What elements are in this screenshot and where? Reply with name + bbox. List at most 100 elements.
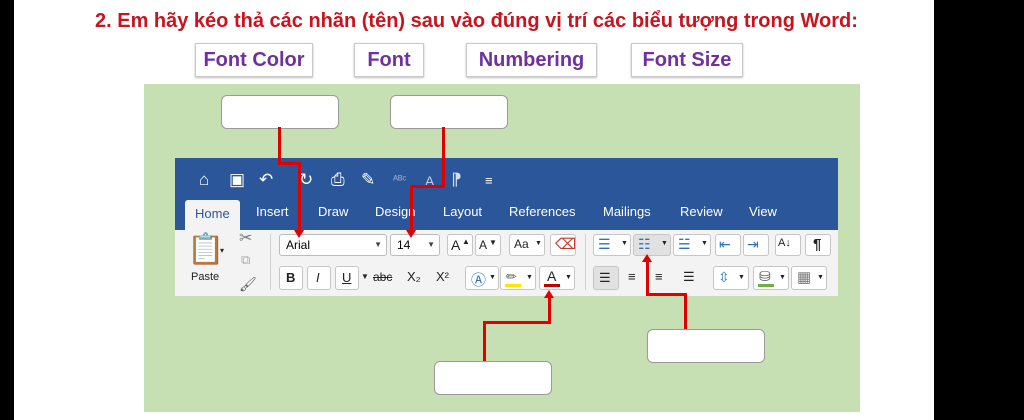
slide: 2. Em hãy kéo thả các nhãn (tên) sau vào…	[0, 0, 1024, 420]
decrease-indent-icon: ⇤	[719, 236, 731, 252]
grow-font-icon: A	[451, 237, 461, 253]
paste-dropdown-icon[interactable]: ▾	[220, 246, 224, 255]
word-ribbon: ⌂ ▣ ↶ ↻ ⎙ ✎ ᴬᴮᶜ A ⁋ ≡ Home Insert Draw D…	[175, 158, 838, 296]
text-effects-button[interactable]: Ⓐ ▼	[465, 266, 499, 290]
multilevel-list-icon: ☱	[678, 236, 691, 252]
chevron-down-icon: ▼	[489, 274, 496, 281]
tab-view[interactable]: View	[749, 204, 777, 219]
label-font-size[interactable]: Font Size	[631, 43, 743, 77]
borders-button[interactable]: ▦ ▼	[791, 266, 827, 290]
chevron-down-icon: ▼	[565, 274, 572, 281]
connector-line	[646, 262, 649, 296]
italic-icon: I	[316, 270, 320, 285]
shading-button[interactable]: ⛁ ▼	[753, 266, 789, 290]
tab-references[interactable]: References	[509, 204, 575, 219]
multilevel-list-button[interactable]: ☱ ▼	[673, 234, 711, 256]
label-numbering[interactable]: Numbering	[466, 43, 597, 77]
highlight-button[interactable]: ✏ ▼	[500, 266, 536, 290]
redo-icon[interactable]: ↻	[299, 170, 313, 190]
chevron-down-icon: ▼	[535, 240, 542, 247]
align-center-icon[interactable]: ≡	[628, 269, 636, 284]
bold-button[interactable]: B	[279, 266, 303, 290]
chevron-down-icon: ▼	[621, 240, 628, 247]
clear-formatting-button[interactable]: ⌫	[550, 234, 576, 256]
drop-target-numbering[interactable]	[647, 329, 765, 363]
paragraph-qat-icon[interactable]: ⁋	[451, 170, 462, 190]
bullets-button[interactable]: ☰ ▼	[593, 234, 631, 256]
numbering-icon: ☷	[638, 236, 651, 252]
frame-edge	[0, 0, 14, 420]
paste-icon[interactable]: 📋	[187, 232, 224, 267]
strikethrough-icon[interactable]: abc	[373, 270, 392, 284]
align-left-button[interactable]: ☰	[593, 266, 619, 290]
increase-indent-button[interactable]: ⇥	[743, 234, 769, 256]
tab-draw[interactable]: Draw	[318, 204, 348, 219]
tab-layout[interactable]: Layout	[443, 204, 482, 219]
format-painter-icon[interactable]: 🖌	[239, 276, 257, 293]
drop-target-font-size[interactable]	[390, 95, 508, 129]
underline-button[interactable]: U	[335, 266, 359, 290]
arrow-head	[294, 230, 304, 238]
connector-line	[646, 293, 687, 296]
arrow-head	[544, 290, 554, 298]
chevron-down-icon: ▼	[779, 274, 786, 281]
align-right-icon[interactable]: ≡	[655, 269, 663, 284]
label-font-color[interactable]: Font Color	[195, 43, 313, 77]
edit-icon[interactable]: ✎	[361, 170, 375, 190]
label-font[interactable]: Font	[354, 43, 424, 77]
paste-label: Paste	[191, 271, 220, 283]
print-icon[interactable]: ⎙	[331, 170, 345, 190]
sort-button[interactable]: A↓	[775, 234, 801, 256]
drop-target-font-name[interactable]	[221, 95, 339, 129]
borders-icon: ▦	[797, 269, 812, 286]
connector-line	[442, 127, 445, 187]
shrink-font-button[interactable]: A ▼	[475, 234, 501, 256]
arrow-head	[642, 254, 652, 262]
line-spacing-button[interactable]: ⇳ ▼	[713, 266, 749, 290]
connector-line	[548, 298, 551, 324]
decrease-indent-button[interactable]: ⇤	[715, 234, 741, 256]
font-color-button[interactable]: A ▼	[539, 266, 575, 290]
justify-icon[interactable]: ☰	[683, 269, 695, 285]
chevron-down-icon: ▼	[661, 240, 668, 247]
connector-line	[684, 295, 687, 329]
save-icon[interactable]: ▣	[229, 170, 245, 190]
customize-icon[interactable]: ≡	[485, 173, 493, 188]
tab-mailings[interactable]: Mailings	[603, 204, 651, 219]
sort-icon: A↓	[778, 237, 791, 249]
copy-icon[interactable]: ⧉	[241, 252, 250, 268]
font-size-value: 14	[397, 238, 411, 252]
font-name-value: Arial	[286, 238, 311, 252]
change-case-icon: Aa	[514, 237, 529, 251]
cut-icon[interactable]: ✂	[239, 228, 252, 248]
tab-insert[interactable]: Insert	[256, 204, 289, 219]
grow-font-button[interactable]: A ▲	[447, 234, 473, 256]
bold-icon: B	[286, 270, 296, 285]
spelling-icon[interactable]: ᴬᴮᶜ	[393, 174, 406, 186]
underline-icon: U	[342, 270, 352, 285]
font-color-icon: A	[547, 268, 557, 284]
font-color-swatch	[544, 284, 560, 287]
connector-line	[483, 321, 551, 324]
text-effects-icon: Ⓐ	[471, 272, 487, 289]
line-spacing-icon: ⇳	[718, 269, 730, 285]
ribbon-title-bar	[175, 158, 838, 230]
show-marks-button[interactable]: ¶	[805, 234, 831, 256]
highlight-swatch	[505, 284, 521, 287]
caret-up-icon: ▲	[462, 237, 470, 246]
numbering-button[interactable]: ☷ ▼	[633, 234, 671, 256]
chevron-down-icon[interactable]: ▼	[361, 272, 369, 281]
bullets-icon: ☰	[598, 236, 611, 252]
tab-review[interactable]: Review	[680, 204, 723, 219]
undo-icon[interactable]: ↶	[259, 170, 273, 190]
change-case-button[interactable]: Aa ▼	[509, 234, 545, 256]
superscript-icon[interactable]: X²	[436, 269, 449, 284]
drop-target-font-color[interactable]	[434, 361, 552, 395]
shading-swatch	[758, 284, 774, 287]
home-icon[interactable]: ⌂	[199, 170, 209, 190]
italic-button[interactable]: I	[307, 266, 331, 290]
divider	[585, 234, 586, 290]
chevron-down-icon: ▼	[526, 274, 533, 281]
subscript-icon[interactable]: X₂	[407, 269, 421, 284]
tab-home[interactable]: Home	[185, 200, 240, 230]
